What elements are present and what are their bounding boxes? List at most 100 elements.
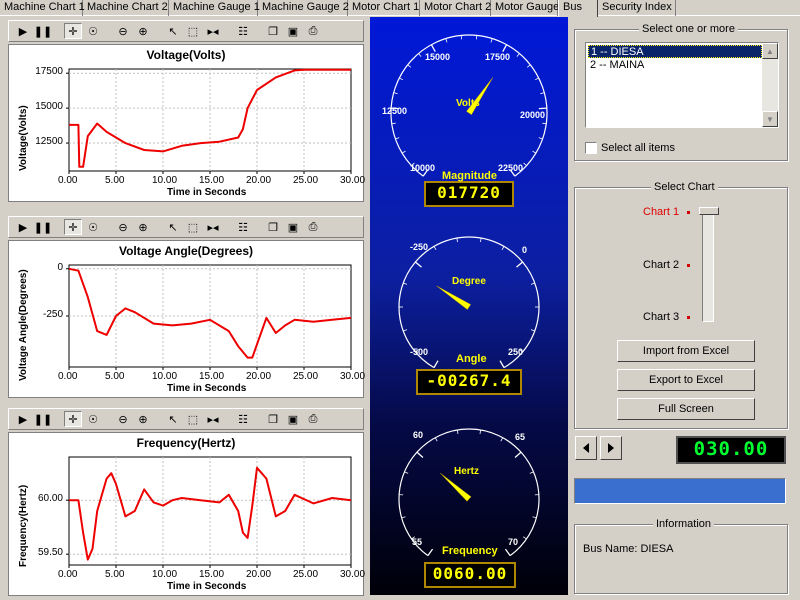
play-icon[interactable]: ▶ [14, 23, 32, 39]
marker-icon[interactable]: ▸◂ [204, 219, 222, 235]
tab-machine-gauge-2[interactable]: Machine Gauge 2 [258, 0, 349, 16]
gauge-tick [391, 122, 396, 125]
export-excel-button[interactable]: Export to Excel [617, 369, 755, 391]
next-button[interactable] [600, 436, 622, 460]
save-icon[interactable]: ▣ [284, 411, 302, 427]
tab-motor-chart-2[interactable]: Motor Chart 2 [420, 0, 491, 16]
chart-slider-thumb[interactable] [699, 207, 719, 215]
properties-icon[interactable]: ☷ [234, 23, 252, 39]
list-item[interactable]: 1 -- DIESA [588, 45, 762, 58]
x-tick-label: 25.00 [293, 569, 319, 580]
save-icon[interactable]: ▣ [284, 23, 302, 39]
pointer-icon[interactable]: ↖ [164, 411, 182, 427]
zoom-in-icon[interactable]: ⊕ [134, 219, 152, 235]
pan-icon[interactable]: ✛ [64, 219, 82, 235]
pointer-icon[interactable]: ↖ [164, 219, 182, 235]
bus-listbox[interactable]: 1 -- DIESA 2 -- MAINA ▲ ▼ [585, 42, 779, 128]
progress-bar [574, 478, 786, 504]
tab-bus[interactable]: Bus [558, 0, 598, 17]
pause-icon[interactable]: ❚❚ [34, 219, 52, 235]
pause-icon[interactable]: ❚❚ [34, 411, 52, 427]
x-tick-label: 30.00 [340, 175, 366, 186]
gauge-needle [436, 285, 471, 310]
gauge-tick [540, 92, 545, 95]
gauge-tick [404, 471, 409, 474]
tab-motor-chart-1[interactable]: Motor Chart 1 [348, 0, 420, 16]
y-tick-label: -250 [42, 309, 63, 320]
play-icon[interactable]: ▶ [14, 411, 32, 427]
y-tick-label: 12500 [35, 136, 63, 148]
chart-option-1[interactable]: Chart 1 [643, 206, 679, 218]
chart-option-2[interactable]: Chart 2 [643, 259, 679, 271]
properties-icon[interactable]: ☷ [234, 219, 252, 235]
scroll-down-icon[interactable]: ▼ [762, 111, 778, 127]
gauge-tick [445, 38, 448, 43]
chart-option-3[interactable]: Chart 3 [643, 311, 679, 323]
zoom-out-icon[interactable]: ⊖ [114, 23, 132, 39]
chart-slider-track[interactable] [702, 210, 714, 322]
full-screen-button[interactable]: Full Screen [617, 398, 755, 420]
tab-machine-chart-1[interactable]: Machine Chart 1 [0, 0, 85, 16]
tab-motor-gauge[interactable]: Motor Gauge [491, 0, 559, 16]
play-icon[interactable]: ▶ [14, 219, 32, 235]
x-axis-label: Time in Seconds [167, 581, 247, 592]
zoom-out-icon[interactable]: ⊖ [114, 411, 132, 427]
copy-icon[interactable]: ❐ [264, 23, 282, 39]
tab-machine-gauge-1[interactable]: Machine Gauge 1 [169, 0, 260, 16]
x-tick-label: 25.00 [293, 175, 319, 186]
copy-icon[interactable]: ❐ [264, 411, 282, 427]
gauge-tick [516, 53, 520, 57]
gauge-tick [430, 44, 436, 52]
x-tick-label: 5.00 [105, 569, 125, 580]
scroll-up-icon[interactable]: ▲ [762, 43, 778, 59]
gauge-scale-label: 0 [522, 245, 528, 255]
pan-icon[interactable]: ✛ [64, 23, 82, 39]
y-axis-label: Frequency(Hertz) [18, 484, 29, 567]
print-icon[interactable]: ⎙ [304, 23, 322, 39]
zoom-pan-icon[interactable]: ☉ [84, 411, 102, 427]
pause-icon[interactable]: ❚❚ [34, 23, 52, 39]
zoom-in-icon[interactable]: ⊕ [134, 23, 152, 39]
zoom-in-icon[interactable]: ⊕ [134, 411, 152, 427]
marker-icon[interactable]: ▸◂ [204, 23, 222, 39]
x-tick-label: 0.00 [58, 569, 78, 580]
x-tick-label: 25.00 [293, 371, 319, 382]
list-item[interactable]: 2 -- MAINA [588, 59, 762, 72]
gauge-scale-label: 60 [413, 430, 424, 440]
scrollbar[interactable]: ▲ ▼ [762, 43, 778, 127]
save-icon[interactable]: ▣ [284, 219, 302, 235]
copy-icon[interactable]: ❐ [264, 219, 282, 235]
gauge-tick [538, 107, 547, 110]
gauge-name-label: Angle [456, 353, 487, 365]
select-box-icon[interactable]: ⬚ [184, 219, 202, 235]
tab-strip: Machine Chart 1 Machine Chart 2 Machine … [0, 0, 800, 17]
zoom-pan-icon[interactable]: ☉ [84, 219, 102, 235]
print-icon[interactable]: ⎙ [304, 219, 322, 235]
gauge-tick [499, 360, 505, 368]
y-axis-label: Voltage Angle(Degrees) [18, 269, 29, 381]
gauge-scale-label: 12500 [382, 106, 408, 116]
gauge-scale-label: 70 [508, 537, 519, 547]
tab-security-index[interactable]: Security Index [598, 0, 676, 16]
select-box-icon[interactable]: ⬚ [184, 411, 202, 427]
zoom-out-icon[interactable]: ⊖ [114, 219, 132, 235]
gauge-name-label: Magnitude [442, 170, 497, 182]
pointer-icon[interactable]: ↖ [164, 23, 182, 39]
pan-icon[interactable]: ✛ [64, 411, 82, 427]
x-tick-label: 20.00 [246, 569, 272, 580]
properties-icon[interactable]: ☷ [234, 411, 252, 427]
marker-icon[interactable]: ▸◂ [204, 411, 222, 427]
chart-panel-2: ▶ ❚❚ ✛ ☉ ⊖ ⊕ ↖ ⬚ ▸◂ ☷ ❐ ▣ ⎙ Voltage Angle(Degrees) V… [8, 216, 365, 398]
import-excel-button[interactable]: Import from Excel [617, 340, 755, 362]
print-icon[interactable]: ⎙ [304, 411, 322, 427]
zoom-pan-icon[interactable]: ☉ [84, 23, 102, 39]
gauge-tick [532, 516, 537, 519]
tab-machine-chart-2[interactable]: Machine Chart 2 [83, 0, 169, 16]
gauge-tick [416, 451, 424, 458]
gauge-tick [427, 548, 434, 557]
x-tick-label: 0.00 [58, 371, 78, 382]
previous-button[interactable] [575, 436, 597, 460]
select-box-icon[interactable]: ⬚ [184, 23, 202, 39]
select-all-checkbox[interactable] [585, 142, 597, 154]
gauge-tick [456, 237, 458, 243]
